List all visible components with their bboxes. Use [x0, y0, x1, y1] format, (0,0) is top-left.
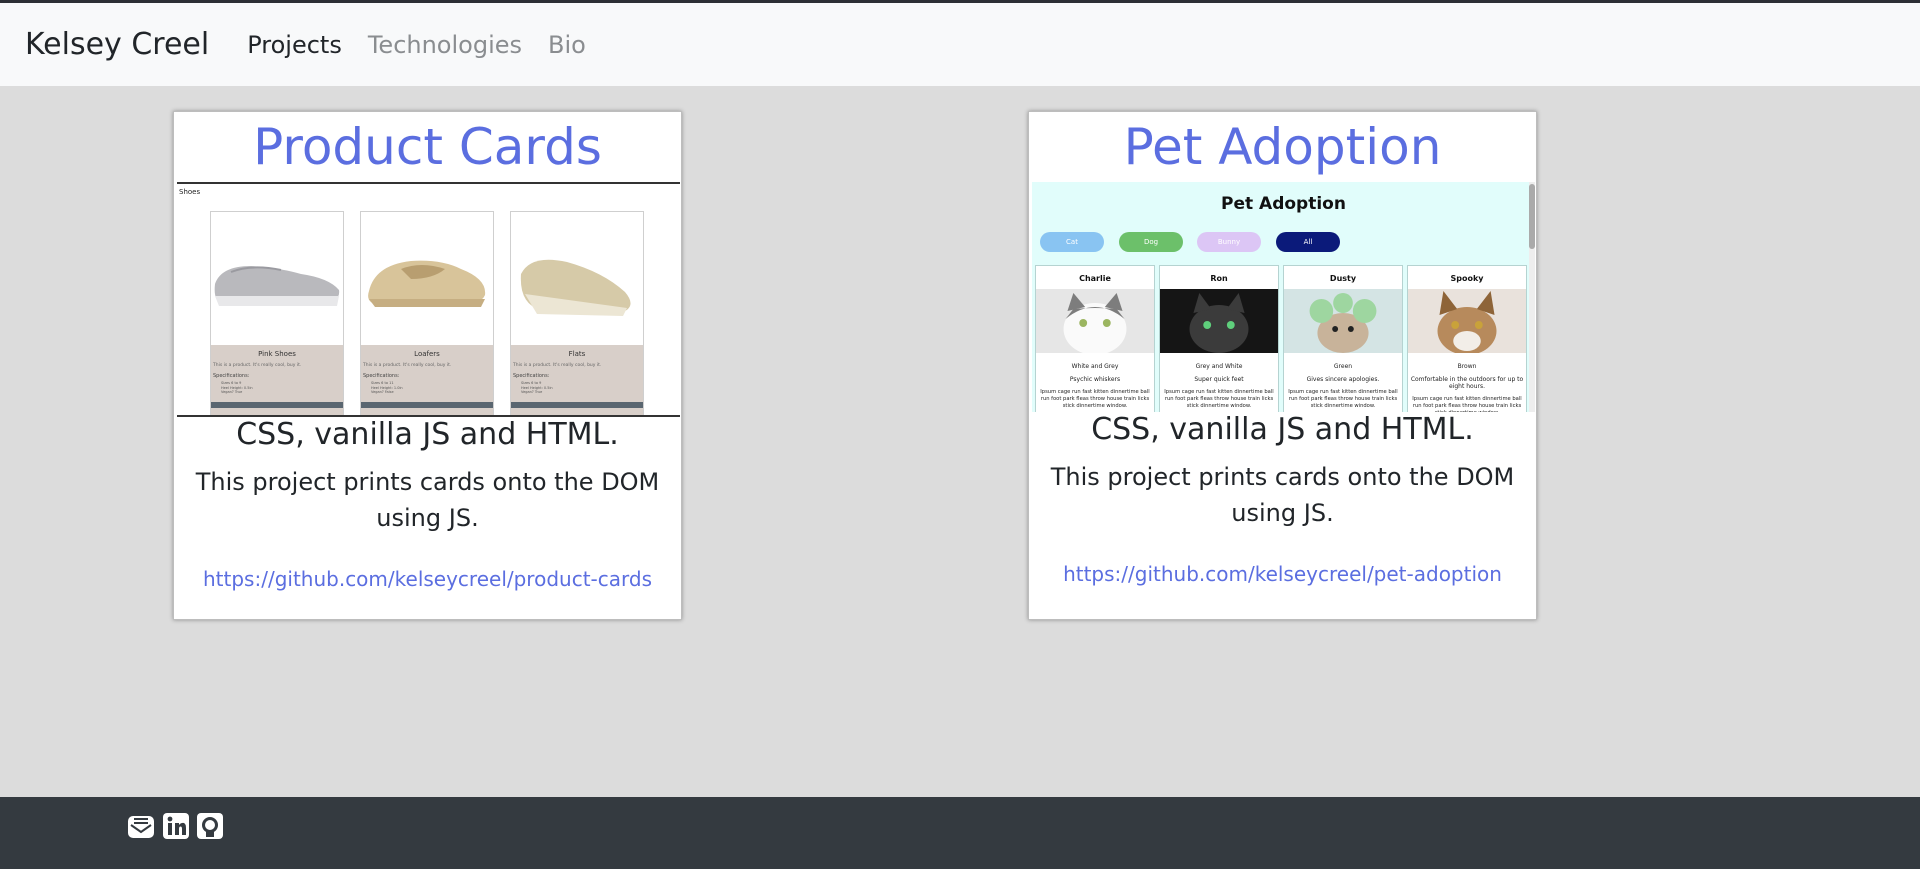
pet-color: Green	[1333, 363, 1353, 370]
filter-dog-button: Dog	[1119, 232, 1183, 252]
shoe-spec-label: Specifications:	[363, 373, 400, 379]
nav-link-technologies[interactable]: Technologies	[368, 31, 522, 59]
pet-name: Spooky	[1450, 274, 1484, 283]
pet-color: Grey and White	[1195, 363, 1243, 370]
project-title: Product Cards	[253, 118, 602, 176]
pet-color: Brown	[1457, 363, 1477, 370]
project-preview-image: Pet Adoption Cat Dog Bunny All Charlie W…	[1032, 182, 1535, 412]
shoe-spec-label: Specifications:	[513, 373, 550, 379]
shoe-specs: Sizes 6 to 11 Heel Height: 1.0in Vegan? …	[371, 381, 493, 395]
pet-name: Charlie	[1079, 274, 1111, 283]
shoe-card: Loafers This is a product. It's really c…	[360, 211, 494, 415]
shoe-description: This is a product. It's really cool, buy…	[513, 363, 602, 368]
pet-card: Charlie White and Grey Psychic whiskers …	[1035, 265, 1155, 412]
pet-skill: Gives sincere apologies.	[1306, 376, 1380, 383]
pet-skill: Psychic whiskers	[1069, 376, 1121, 383]
github-icon[interactable]	[195, 811, 225, 841]
pet-name: Dusty	[1329, 274, 1357, 283]
pet-card: Ron Grey and White Super quick feet Ipsu…	[1159, 265, 1279, 412]
pet-skill: Comfortable in the outdoors for up to ei…	[1410, 376, 1524, 390]
project-description: This project prints cards onto the DOM u…	[1050, 463, 1515, 527]
spec-item: Vegan? False	[371, 390, 394, 394]
filter-all-button: All	[1276, 232, 1340, 252]
pet-color: White and Grey	[1071, 363, 1119, 370]
email-icon[interactable]	[126, 811, 156, 841]
shoe-buy-bar	[361, 402, 493, 408]
filter-cat-button: Cat	[1040, 232, 1104, 252]
shoe-buy-bar	[211, 402, 343, 408]
pet-description: Ipsum cage run fast kitten dinnertime ba…	[1164, 389, 1274, 409]
preview-scrollbar	[1529, 182, 1535, 412]
shoe-card: Pink Shoes This is a product. It's reall…	[210, 211, 344, 415]
filter-bunny-button: Bunny	[1197, 232, 1261, 252]
shoe-name: Loafers	[414, 350, 440, 358]
project-github-link[interactable]: https://github.com/kelseycreel/product-c…	[174, 567, 681, 591]
preview-header: Shoes	[179, 188, 201, 196]
project-github-link[interactable]: https://github.com/kelseycreel/pet-adopt…	[1029, 562, 1536, 586]
nav-link-bio[interactable]: Bio	[548, 31, 586, 59]
pet-card: Spooky Brown Comfortable in the outdoors…	[1407, 265, 1527, 412]
project-technologies: CSS, vanilla JS and HTML.	[236, 417, 619, 452]
shoe-image	[361, 212, 493, 345]
shoe-buy-bar	[511, 402, 643, 408]
pet-image	[1408, 289, 1526, 355]
preview-scrollbar-thumb	[1529, 184, 1535, 249]
project-description: This project prints cards onto the DOM u…	[195, 468, 660, 532]
pet-description: Ipsum cage run fast kitten dinnertime ba…	[1288, 389, 1398, 409]
project-title: Pet Adoption	[1123, 118, 1442, 176]
preview-header: Pet Adoption	[1221, 194, 1346, 214]
pet-skill: Super quick feet	[1194, 376, 1244, 383]
shoe-description: This is a product. It's really cool, buy…	[213, 363, 302, 368]
pet-description: Ipsum cage run fast kitten dinnertime ba…	[1412, 396, 1522, 412]
shoe-card: Flats This is a product. It's really coo…	[510, 211, 644, 415]
shoe-name: Flats	[568, 350, 586, 358]
linkedin-icon[interactable]	[161, 811, 191, 841]
spec-item: Vegan? True	[221, 390, 243, 394]
shoe-image	[211, 212, 343, 345]
pet-image	[1036, 289, 1154, 355]
shoe-specs: Sizes 6 to 9 Heel Height: 0.5in Vegan? T…	[221, 381, 343, 395]
project-technologies: CSS, vanilla JS and HTML.	[1091, 412, 1474, 447]
shoe-specs: Sizes 6 to 9 Heel Height: 0.5in Vegan? T…	[521, 381, 643, 395]
pet-card: Dusty Green Gives sincere apologies. Ips…	[1283, 265, 1403, 412]
project-card-product-cards: Product Cards Shoes Pink Shoes This is a…	[173, 111, 682, 620]
pet-description: Ipsum cage run fast kitten dinnertime ba…	[1040, 389, 1150, 409]
pet-image	[1284, 289, 1402, 353]
shoe-name: Pink Shoes	[258, 350, 296, 358]
shoe-spec-label: Specifications:	[213, 373, 250, 379]
spec-item: Vegan? True	[521, 390, 543, 394]
pet-name: Ron	[1210, 274, 1228, 283]
nav-link-projects[interactable]: Projects	[247, 31, 342, 59]
brand-name[interactable]: Kelsey Creel	[25, 27, 209, 62]
pet-image	[1160, 289, 1278, 353]
navbar: Kelsey Creel Projects Technologies Bio	[0, 3, 1920, 86]
shoe-image	[511, 212, 643, 345]
project-preview-image: Shoes Pink Shoes This is a product. It's…	[177, 182, 680, 417]
project-card-pet-adoption: Pet Adoption Pet Adoption Cat Dog Bunny …	[1028, 111, 1537, 620]
shoe-description: This is a product. It's really cool, buy…	[363, 363, 452, 368]
footer	[0, 797, 1920, 869]
